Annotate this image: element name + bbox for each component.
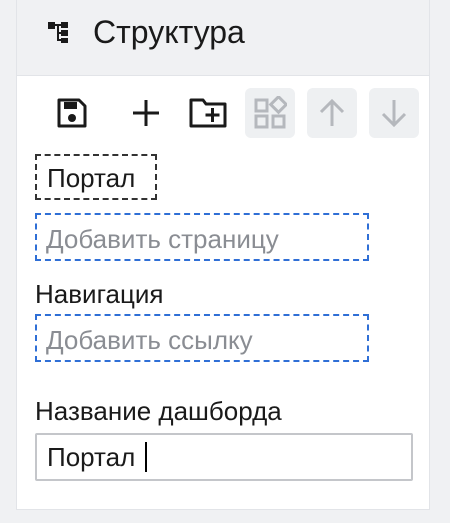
dashboard-name-label: Название дашборда [35, 396, 282, 426]
save-button[interactable] [47, 88, 97, 138]
add-folder-button[interactable] [183, 88, 233, 138]
grid-widget-icon [253, 96, 287, 130]
arrow-up-icon [316, 97, 348, 129]
move-down-button[interactable] [369, 88, 419, 138]
portal-root-node[interactable]: Портал [35, 154, 157, 200]
plus-icon [131, 98, 161, 128]
add-page-dropzone[interactable]: Добавить страницу [35, 213, 369, 261]
panel-title: Структура [93, 14, 245, 50]
add-page-button[interactable] [121, 88, 171, 138]
add-widget-button[interactable] [245, 88, 295, 138]
structure-panel: Структура Портал Добавить страницу Навиг… [16, 0, 430, 510]
arrow-down-icon [378, 97, 410, 129]
tree-structure-icon [46, 20, 70, 44]
navigation-label: Навигация [35, 279, 164, 309]
text-cursor [145, 442, 147, 472]
folder-plus-icon [188, 96, 228, 130]
dashboard-name-input[interactable] [35, 433, 413, 481]
panel-header: Структура [17, 0, 429, 76]
move-up-button[interactable] [307, 88, 357, 138]
save-icon [55, 96, 89, 130]
add-link-dropzone[interactable]: Добавить ссылку [35, 314, 369, 362]
